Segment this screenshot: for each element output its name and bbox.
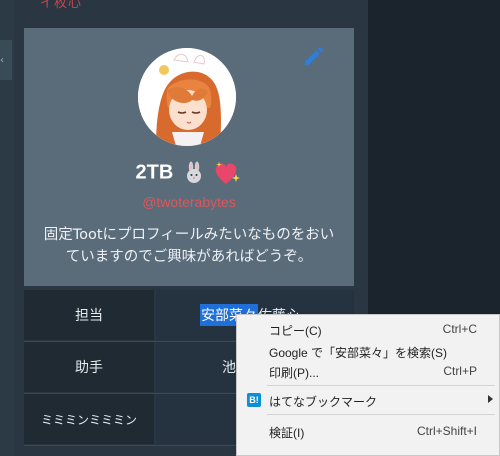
menu-item-label: 検証(I) xyxy=(269,426,305,440)
menu-item-shortcut: Ctrl+Shift+I xyxy=(416,424,477,438)
menu-item-print[interactable]: 印刷(P)... Ctrl+P xyxy=(237,361,499,381)
hatena-bookmark-icon: B! xyxy=(247,393,261,407)
field-key: 担当 xyxy=(24,290,154,340)
profile-bio: 固定Tootにプロフィールみたいなものをおい ていますのでご興味があればどうぞ。 xyxy=(30,224,348,268)
menu-separator xyxy=(267,414,495,415)
field-key: 助手 xyxy=(24,342,154,392)
field-key: ミミミンミミミン xyxy=(24,394,154,444)
menu-item-label: 印刷(P)... xyxy=(269,366,319,380)
context-menu: コピー(C) Ctrl+C Google で「安部菜々」を検索(S) 印刷(P)… xyxy=(236,314,500,456)
menu-item-label: コピー(C) xyxy=(269,324,322,338)
display-name-text: 2TB xyxy=(135,161,174,184)
avatar[interactable] xyxy=(138,48,236,146)
menu-item-search-google[interactable]: Google で「安部菜々」を検索(S) xyxy=(237,341,499,361)
header-cut-text: イ枚心 xyxy=(40,0,83,10)
display-name: 2TB xyxy=(24,160,354,186)
bio-line: ていますのでご興味があればどうぞ。 xyxy=(65,249,313,265)
sparkling-heart-icon xyxy=(216,162,241,184)
left-sidebar-strip: ‹ xyxy=(0,0,14,456)
menu-item-hatena-bookmark[interactable]: B! はてなブックマーク xyxy=(237,390,499,410)
menu-separator xyxy=(267,385,495,386)
menu-item-inspect[interactable]: 検証(I) Ctrl+Shift+I xyxy=(237,421,499,441)
menu-item-label: はてなブックマーク xyxy=(269,395,378,409)
profile-card: 2TB @twoterabytes 固定Tootにプロフィールみたいなものをおい… xyxy=(24,28,354,286)
rabbit-icon xyxy=(186,161,201,183)
chevron-left-icon[interactable]: ‹ xyxy=(0,55,4,66)
menu-item-shortcut: Ctrl+P xyxy=(443,364,477,378)
bio-line: 固定Tootにプロフィールみたいなものをおい xyxy=(43,227,335,243)
menu-item-label: Google で「安部菜々」を検索(S) xyxy=(269,346,448,360)
account-handle[interactable]: @twoterabytes xyxy=(24,194,354,210)
menu-item-shortcut: Ctrl+C xyxy=(442,322,477,336)
anime-girl-avatar-icon xyxy=(138,48,236,146)
field-value-text: 池 xyxy=(222,360,236,376)
pencil-icon[interactable] xyxy=(302,44,326,68)
menu-item-copy[interactable]: コピー(C) Ctrl+C xyxy=(237,319,499,339)
submenu-arrow-icon xyxy=(488,395,493,403)
